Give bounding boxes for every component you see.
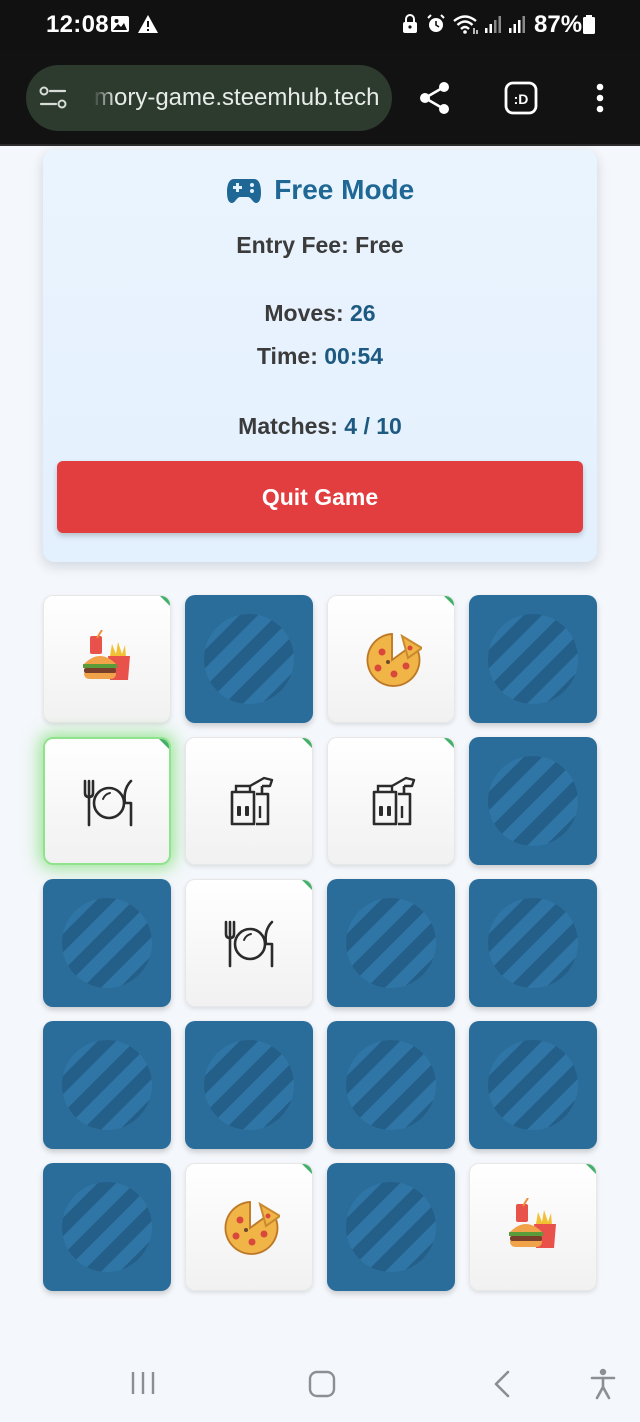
time-value: 00:54 [324,343,384,369]
card-back-pattern [488,1040,578,1130]
home-icon[interactable] [308,1370,336,1398]
status-bar: 12:08 87% [0,0,640,50]
memory-card-plate-cutlery[interactable] [185,879,313,1007]
mode-header: Free Mode [43,174,597,206]
burger-combo-icon [78,629,138,695]
card-back-pattern [346,1040,436,1130]
memory-card-facedown[interactable] [43,1021,171,1149]
memory-card-facedown[interactable] [469,879,597,1007]
memory-card-takeaway-bag[interactable] [185,737,313,865]
card-back-pattern [488,756,578,846]
pizza-icon [220,1198,282,1263]
memory-card-pizza[interactable] [327,595,455,723]
card-back-pattern [62,1040,152,1130]
entry-fee-value: Free [355,232,404,258]
url-text[interactable]: mory-game.steemhub.tech [94,84,379,112]
time-line: Time: 00:54 [43,343,597,370]
entry-fee-label: Entry Fee: [236,232,349,258]
more-options-icon[interactable] [594,82,606,114]
takeaway-bag-icon [220,772,280,837]
moves-value: 26 [350,300,376,326]
gamepad-icon [226,179,261,203]
moves-label: Moves: [264,300,344,326]
matched-indicator [586,1164,596,1174]
wifi-icon [453,15,478,34]
memory-card-facedown[interactable] [185,595,313,723]
memory-card-facedown[interactable] [469,737,597,865]
matches-value: 4 / 10 [344,413,402,439]
matches-label: Matches: [238,413,338,439]
memory-card-facedown[interactable] [185,1021,313,1149]
matched-indicator [302,1164,312,1174]
pizza-icon [362,630,424,695]
system-nav-bar [0,1340,640,1422]
share-icon[interactable] [418,80,452,116]
card-back-pattern [62,1182,152,1272]
memory-card-takeaway-bag[interactable] [327,737,455,865]
card-back-pattern [488,614,578,704]
signal-icon [485,16,501,33]
status-time: 12:08 [46,11,109,38]
lock-icon [403,14,417,33]
memory-card-burger-combo[interactable] [469,1163,597,1291]
signal-icon-2 [509,16,525,33]
memory-card-facedown[interactable] [327,879,455,1007]
card-back-pattern [346,1182,436,1272]
takeaway-bag-icon [362,772,422,837]
gallery-icon [111,16,129,32]
recent-apps-icon[interactable] [130,1370,156,1396]
memory-card-plate-cutlery[interactable] [43,737,171,865]
back-icon[interactable] [492,1370,512,1398]
site-settings-icon[interactable] [38,85,70,111]
tab-switcher-icon[interactable]: :D [504,81,538,115]
url-fade [92,75,116,121]
quit-game-button[interactable]: Quit Game [57,461,583,533]
svg-text::D: :D [514,91,529,107]
time-label: Time: [256,343,318,369]
card-back-pattern [488,898,578,988]
memory-card-facedown[interactable] [43,879,171,1007]
memory-card-facedown[interactable] [327,1163,455,1291]
card-back-pattern [204,1040,294,1130]
memory-card-facedown[interactable] [327,1021,455,1149]
memory-card-pizza[interactable] [185,1163,313,1291]
mode-title: Free Mode [274,174,415,205]
matched-indicator [302,880,312,890]
matched-indicator [444,738,454,748]
battery-percent: 87% [534,11,583,38]
matched-indicator [159,739,169,749]
memory-card-facedown[interactable] [469,595,597,723]
entry-fee-line: Entry Fee: Free [43,232,597,259]
card-back-pattern [204,614,294,704]
address-bar[interactable]: mory-game.steemhub.tech [26,65,392,131]
moves-line: Moves: 26 [43,300,597,327]
plate-cutlery-icon [79,773,139,838]
matches-line: Matches: 4 / 10 [43,413,597,440]
game-info-panel: Free Mode Entry Fee: Free Moves: 26 Time… [43,150,597,562]
memory-card-facedown[interactable] [43,1163,171,1291]
memory-card-burger-combo[interactable] [43,595,171,723]
battery-icon [583,15,595,34]
card-back-pattern [62,898,152,988]
accessibility-icon[interactable] [590,1368,616,1400]
matched-indicator [302,738,312,748]
matched-indicator [444,596,454,606]
matched-indicator [160,596,170,606]
alarm-icon [427,14,445,32]
card-back-pattern [346,898,436,988]
warning-icon [138,15,158,33]
memory-card-facedown[interactable] [469,1021,597,1149]
browser-toolbar: mory-game.steemhub.tech :D [0,50,640,146]
plate-cutlery-icon [220,914,280,979]
burger-combo-icon [504,1197,564,1263]
